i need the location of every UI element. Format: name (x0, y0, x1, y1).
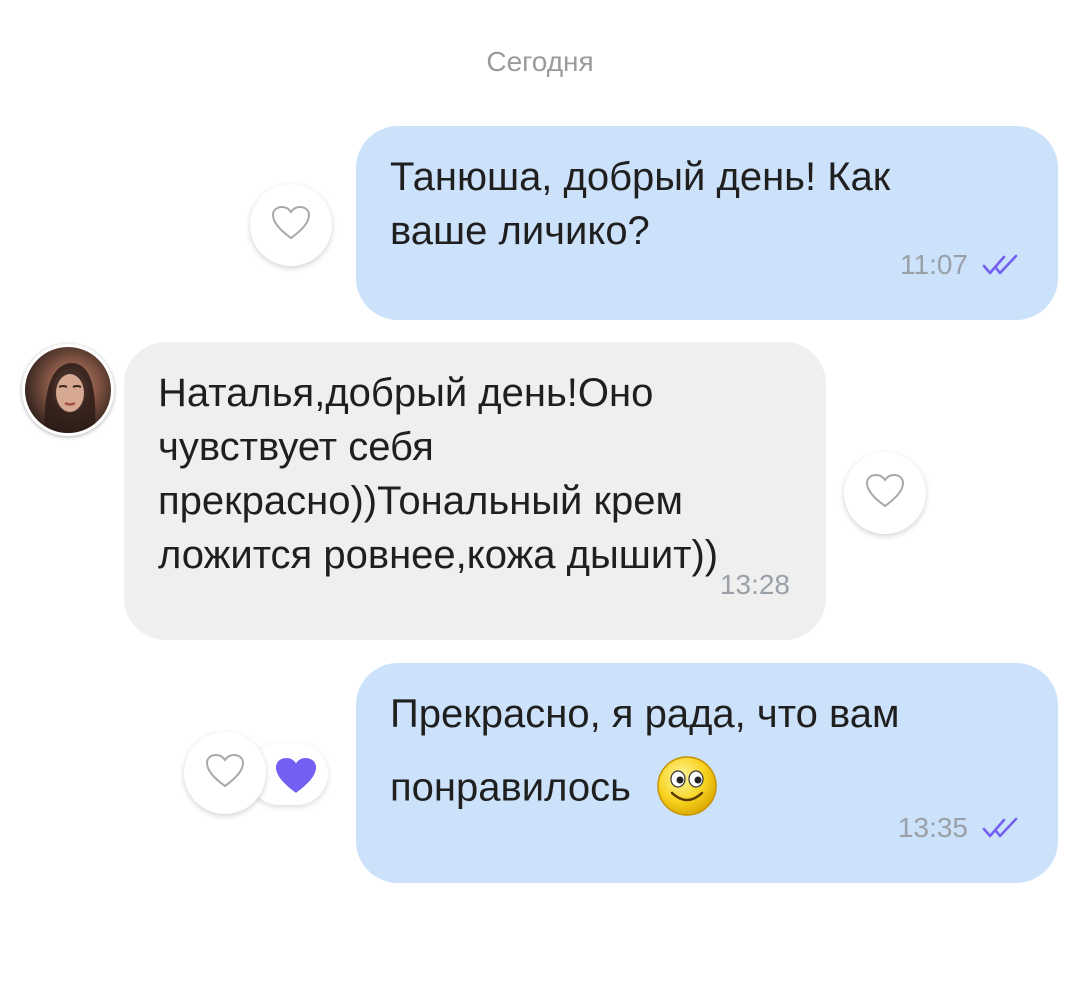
message-text: Наталья,добрый день!Оно (158, 371, 654, 415)
avatar[interactable] (22, 344, 114, 436)
message-text: Танюша, добрый день! Как (390, 155, 891, 199)
message-bubble-incoming[interactable]: Наталья,добрый день!Оно чувствует себя п… (124, 342, 826, 640)
reaction-button[interactable] (844, 452, 926, 534)
message-text: ложится ровнее,кожа дышит)) (158, 533, 719, 577)
message-bubble-outgoing[interactable]: Прекрасно, я рада, что вам понравилось 1… (356, 663, 1058, 883)
message-text: прекрасно))Тональный крем (158, 479, 683, 523)
reaction-button[interactable] (250, 184, 332, 266)
double-check-icon (982, 254, 1022, 276)
message-time: 13:35 (897, 812, 968, 843)
message-text: чувствует себя (158, 425, 434, 469)
heart-outline-icon (271, 205, 311, 246)
heart-outline-icon (865, 473, 905, 514)
message-time: 11:07 (900, 249, 968, 280)
reaction-button[interactable] (184, 732, 266, 814)
heart-outline-icon (205, 753, 245, 794)
message-bubble-outgoing[interactable]: Танюша, добрый день! Как ваше личико? 11… (356, 126, 1058, 320)
heart-filled-icon (274, 757, 318, 800)
smiley-icon (656, 755, 718, 817)
message-text: Прекрасно, я рада, что вам (390, 692, 900, 736)
message-text: понравилось (390, 765, 631, 810)
message-time: 13:28 (719, 569, 790, 600)
date-separator: Сегодня (486, 46, 594, 77)
double-check-icon (982, 817, 1022, 839)
